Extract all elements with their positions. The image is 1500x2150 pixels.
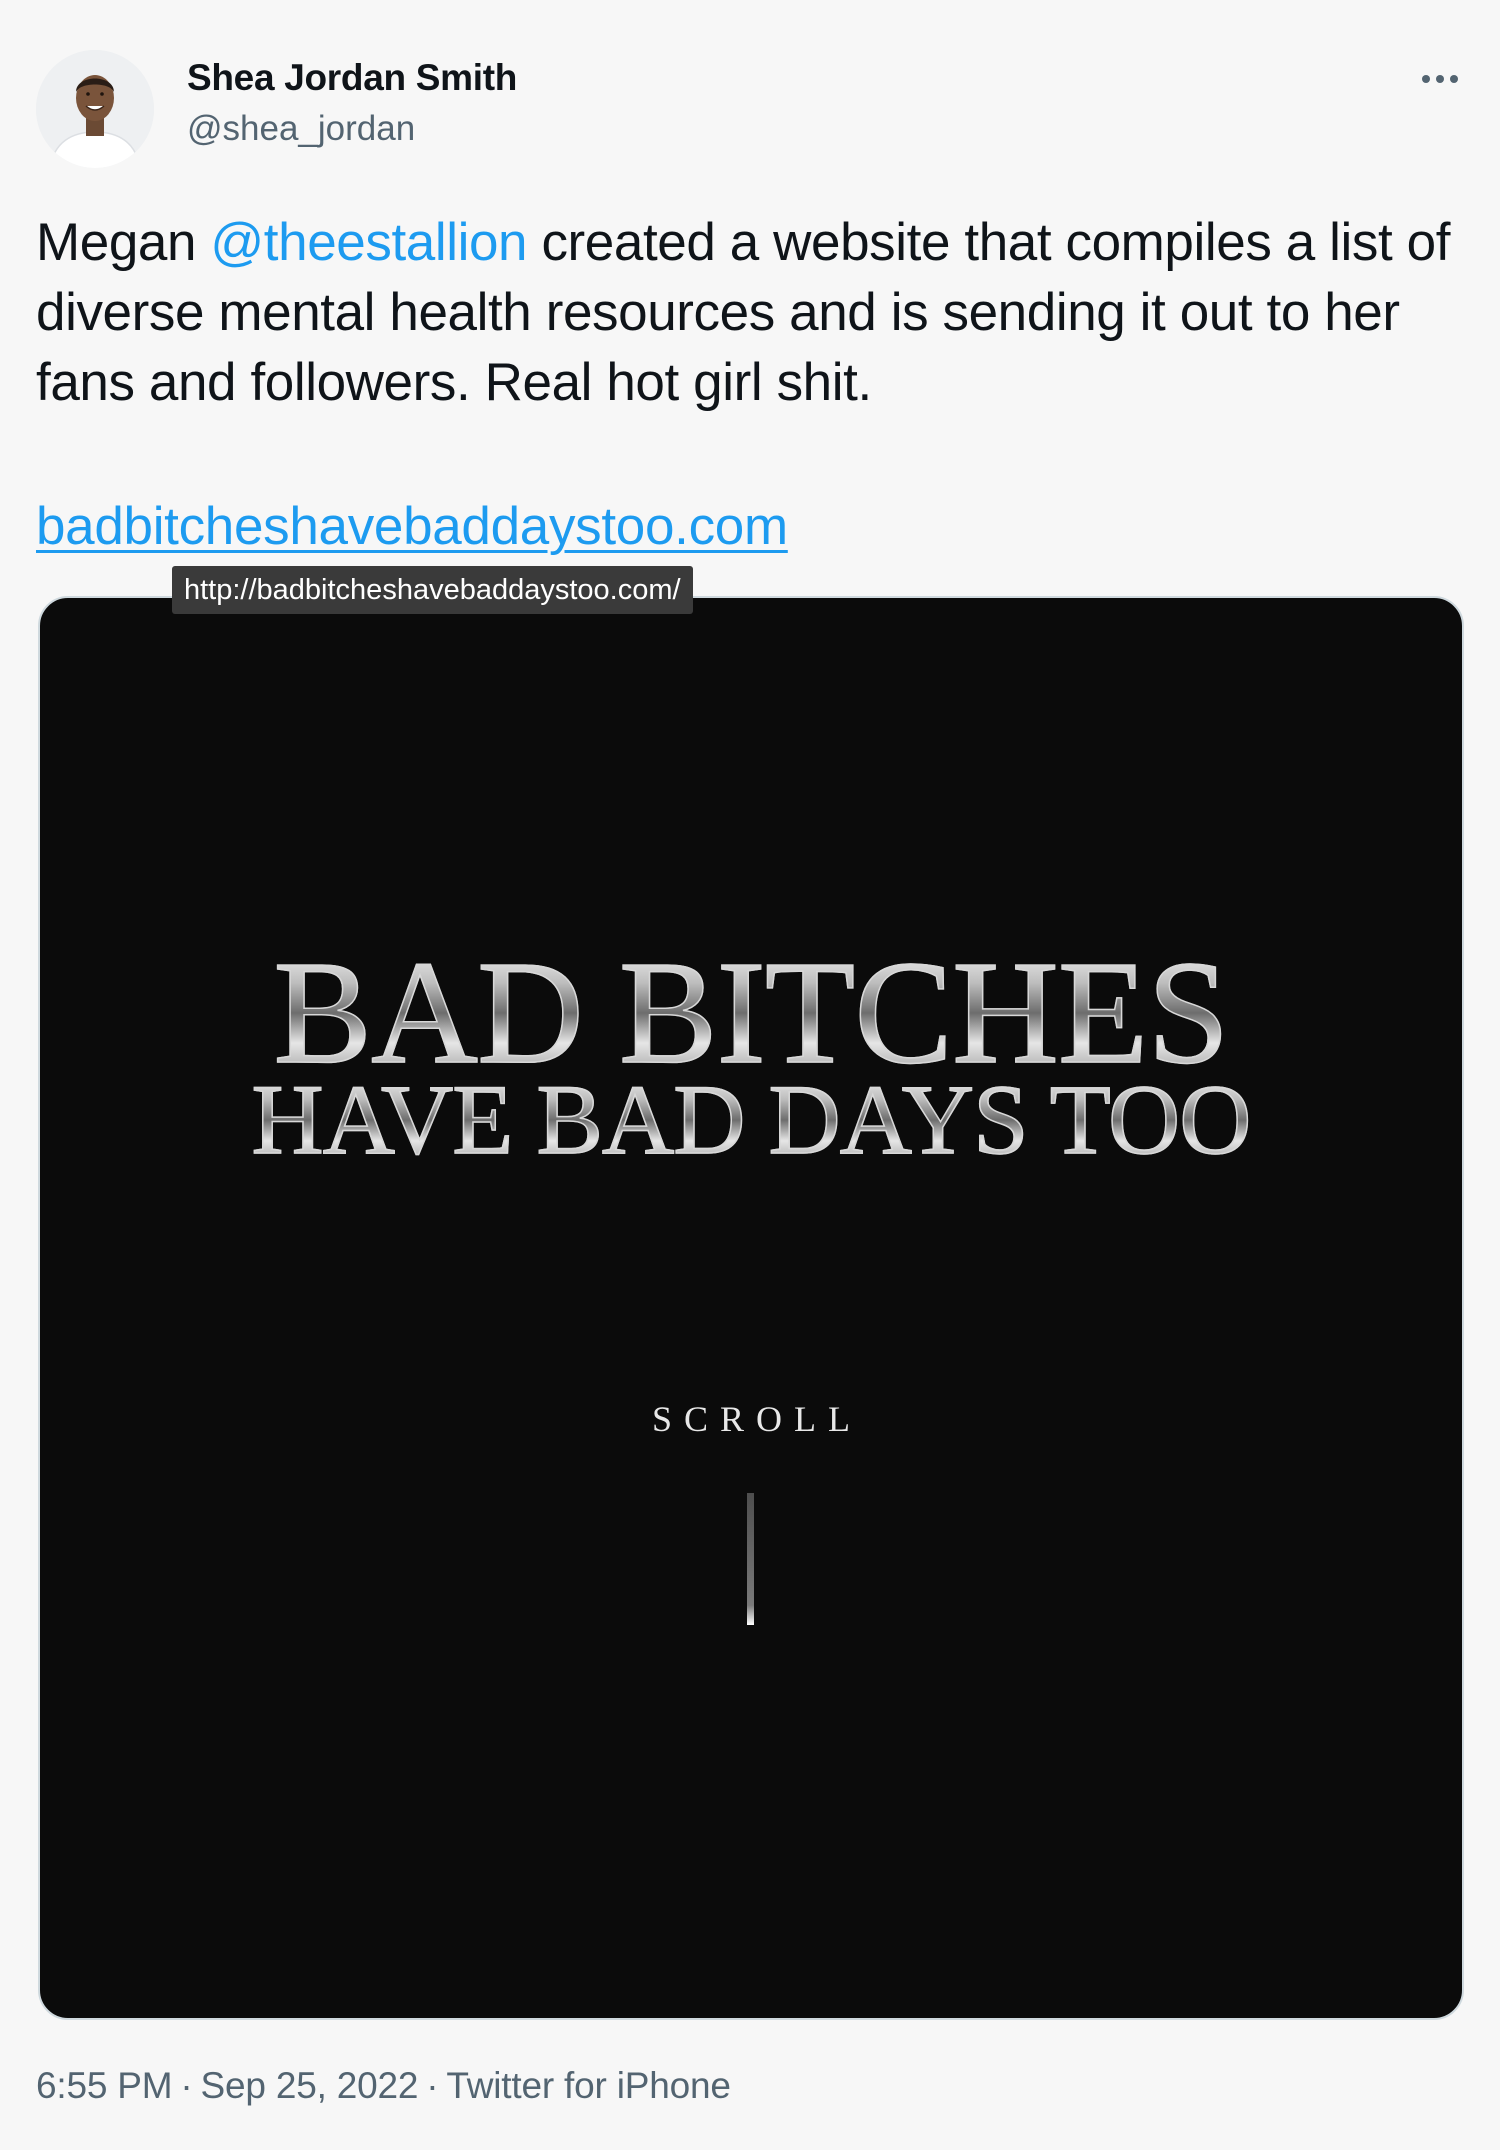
meta-separator: · (180, 2065, 193, 2106)
tweet-text-before: Megan (36, 213, 211, 272)
avatar[interactable] (36, 50, 154, 168)
more-options-button[interactable] (1410, 64, 1470, 94)
mention-link[interactable]: @theestallion (210, 213, 527, 272)
tweet-meta: 6:55 PM · Sep 25, 2022 · Twitter for iPhone (36, 2064, 731, 2108)
website-link[interactable]: badbitcheshavebaddaystoo.com (36, 492, 788, 562)
more-dot (1436, 75, 1444, 83)
profile-photo-icon (36, 50, 154, 168)
tweet: Shea Jordan Smith @shea_jordan Megan @th… (0, 0, 1500, 2150)
scroll-label: SCROLL (651, 1399, 863, 1439)
tweet-source[interactable]: Twitter for iPhone (446, 2065, 731, 2106)
author-handle[interactable]: @shea_jordan (187, 108, 415, 150)
meta-separator: · (426, 2065, 439, 2106)
tweet-date[interactable]: Sep 25, 2022 (201, 2065, 419, 2106)
site-title-line2: HAVE BAD DAYS TOO (40, 1067, 1462, 1173)
scroll-indicator (747, 1493, 754, 1625)
url-tooltip: http://badbitcheshavebaddaystoo.com/ (172, 566, 693, 614)
tweet-text: Megan @theestallion created a website th… (36, 208, 1476, 418)
more-dot (1450, 75, 1458, 83)
tweet-time[interactable]: 6:55 PM (36, 2065, 173, 2106)
more-horizontal-icon (1422, 75, 1430, 83)
link-preview-card[interactable]: BAD BITCHES HAVE BAD DAYS TOO SCROLL (38, 596, 1464, 2020)
author-name[interactable]: Shea Jordan Smith (187, 56, 517, 100)
